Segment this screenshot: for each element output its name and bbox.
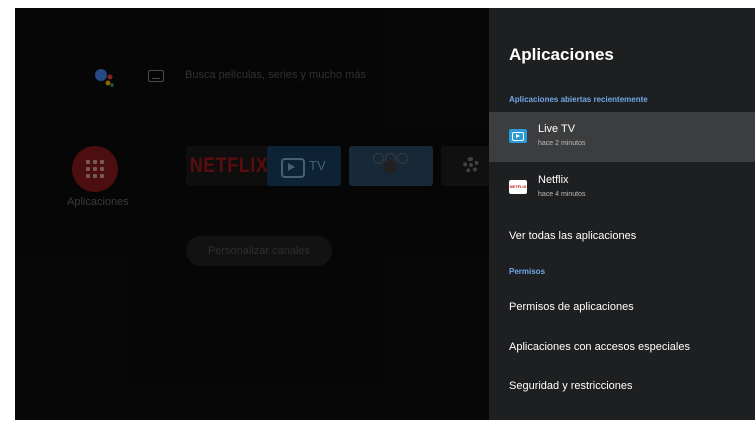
personalize-channels-button[interactable]: Personalizar canales (186, 236, 332, 266)
panel-title: Aplicaciones (509, 45, 614, 64)
tv-screen: Busca películas, series y mucho más Apli… (15, 8, 755, 420)
see-all-apps-item[interactable]: Ver todas las aplicaciones (509, 230, 636, 242)
app-last-opened: hace 2 minutos (538, 140, 586, 147)
app-name: Live TV (538, 123, 576, 135)
search-bar[interactable]: Busca películas, series y mucho más (185, 69, 366, 81)
keyboard-icon[interactable] (148, 70, 164, 82)
gear-icon (463, 157, 479, 173)
google-assistant-icon[interactable] (89, 66, 119, 90)
netflix-logo: NETFLIX (189, 152, 269, 177)
apps-grid-icon (86, 160, 104, 178)
netflix-icon: NETFLIX (509, 180, 527, 194)
app-permissions-item[interactable]: Permisos de aplicaciones (509, 301, 634, 313)
recent-app-netflix[interactable]: NETFLIX Netflix hace 4 minutos (489, 163, 755, 213)
play-circle-icon (383, 160, 397, 174)
tv-tile-label: TV (309, 158, 326, 173)
apps-side-panel: Aplicaciones Aplicaciones abiertas recie… (489, 8, 755, 420)
special-access-item[interactable]: Aplicaciones con accesos especiales (509, 341, 690, 353)
permissions-section-header: Permisos (509, 267, 546, 276)
dot-icon (397, 153, 408, 164)
live-tv-tile[interactable]: TV (267, 146, 341, 186)
live-tv-icon (509, 129, 527, 143)
apps-button[interactable] (72, 146, 118, 192)
play-icon (288, 163, 295, 171)
app-last-opened: hace 4 minutos (538, 191, 586, 198)
recent-apps-section-header: Aplicaciones abiertas recientemente (509, 95, 648, 104)
recent-app-live-tv[interactable]: Live TV hace 2 minutos (489, 112, 755, 162)
app-name: Netflix (538, 174, 569, 186)
netflix-tile[interactable]: NETFLIX (186, 146, 272, 186)
home-screen-background: Busca películas, series y mucho más Apli… (15, 8, 501, 420)
apps-label: Aplicaciones (67, 196, 129, 208)
security-restrictions-item[interactable]: Seguridad y restricciones (509, 380, 633, 392)
netflix-icon-text: NETFLIX (509, 184, 527, 189)
dot-icon (373, 153, 384, 164)
video-tile[interactable] (349, 146, 433, 186)
